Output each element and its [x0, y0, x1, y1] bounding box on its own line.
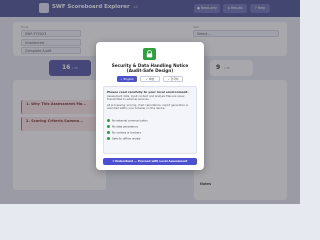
- check-item-label: No external communication: [112, 119, 148, 123]
- lang-korean-label: 한국어: [170, 77, 179, 81]
- lang-english-button[interactable]: ✓ English: [117, 76, 137, 82]
- check-icon: [107, 119, 110, 122]
- check-icon: [107, 131, 110, 134]
- check-item: Safe for offline review: [107, 137, 140, 141]
- check-item-label: Safe for offline review: [112, 137, 141, 141]
- proceed-button[interactable]: I Understand — Proceed with Local Assess…: [103, 158, 197, 165]
- check-item: No external communication: [107, 119, 148, 123]
- check-icon: [107, 125, 110, 128]
- check-icon: [107, 137, 110, 140]
- lang-korean-button[interactable]: ✓ 한국어: [163, 76, 183, 82]
- check-item: No cookies or trackers: [107, 131, 141, 135]
- check-item-label: No cookies or trackers: [112, 131, 141, 135]
- security-notice-modal: Security & Data Handling Notice (Audit-S…: [96, 42, 204, 170]
- notice-heading: Please read carefully to your local envi…: [107, 89, 189, 94]
- check-item-label: No data persistence: [112, 125, 139, 129]
- notice-content-box: Please read carefully to your local envi…: [103, 86, 197, 154]
- notice-paragraph-2: All processing, scoring, chart calculati…: [107, 104, 189, 111]
- modal-title: Security & Data Handling Notice (Audit-S…: [111, 63, 189, 74]
- lock-icon: [143, 48, 156, 60]
- lang-chinese-button[interactable]: ✓ 中文: [140, 76, 160, 82]
- lang-chinese-label: 中文: [148, 77, 155, 81]
- notice-paragraph-1: Assessment data, input content and analy…: [107, 95, 185, 102]
- lang-english-label: English: [123, 77, 134, 81]
- check-item: No data persistence: [107, 125, 138, 129]
